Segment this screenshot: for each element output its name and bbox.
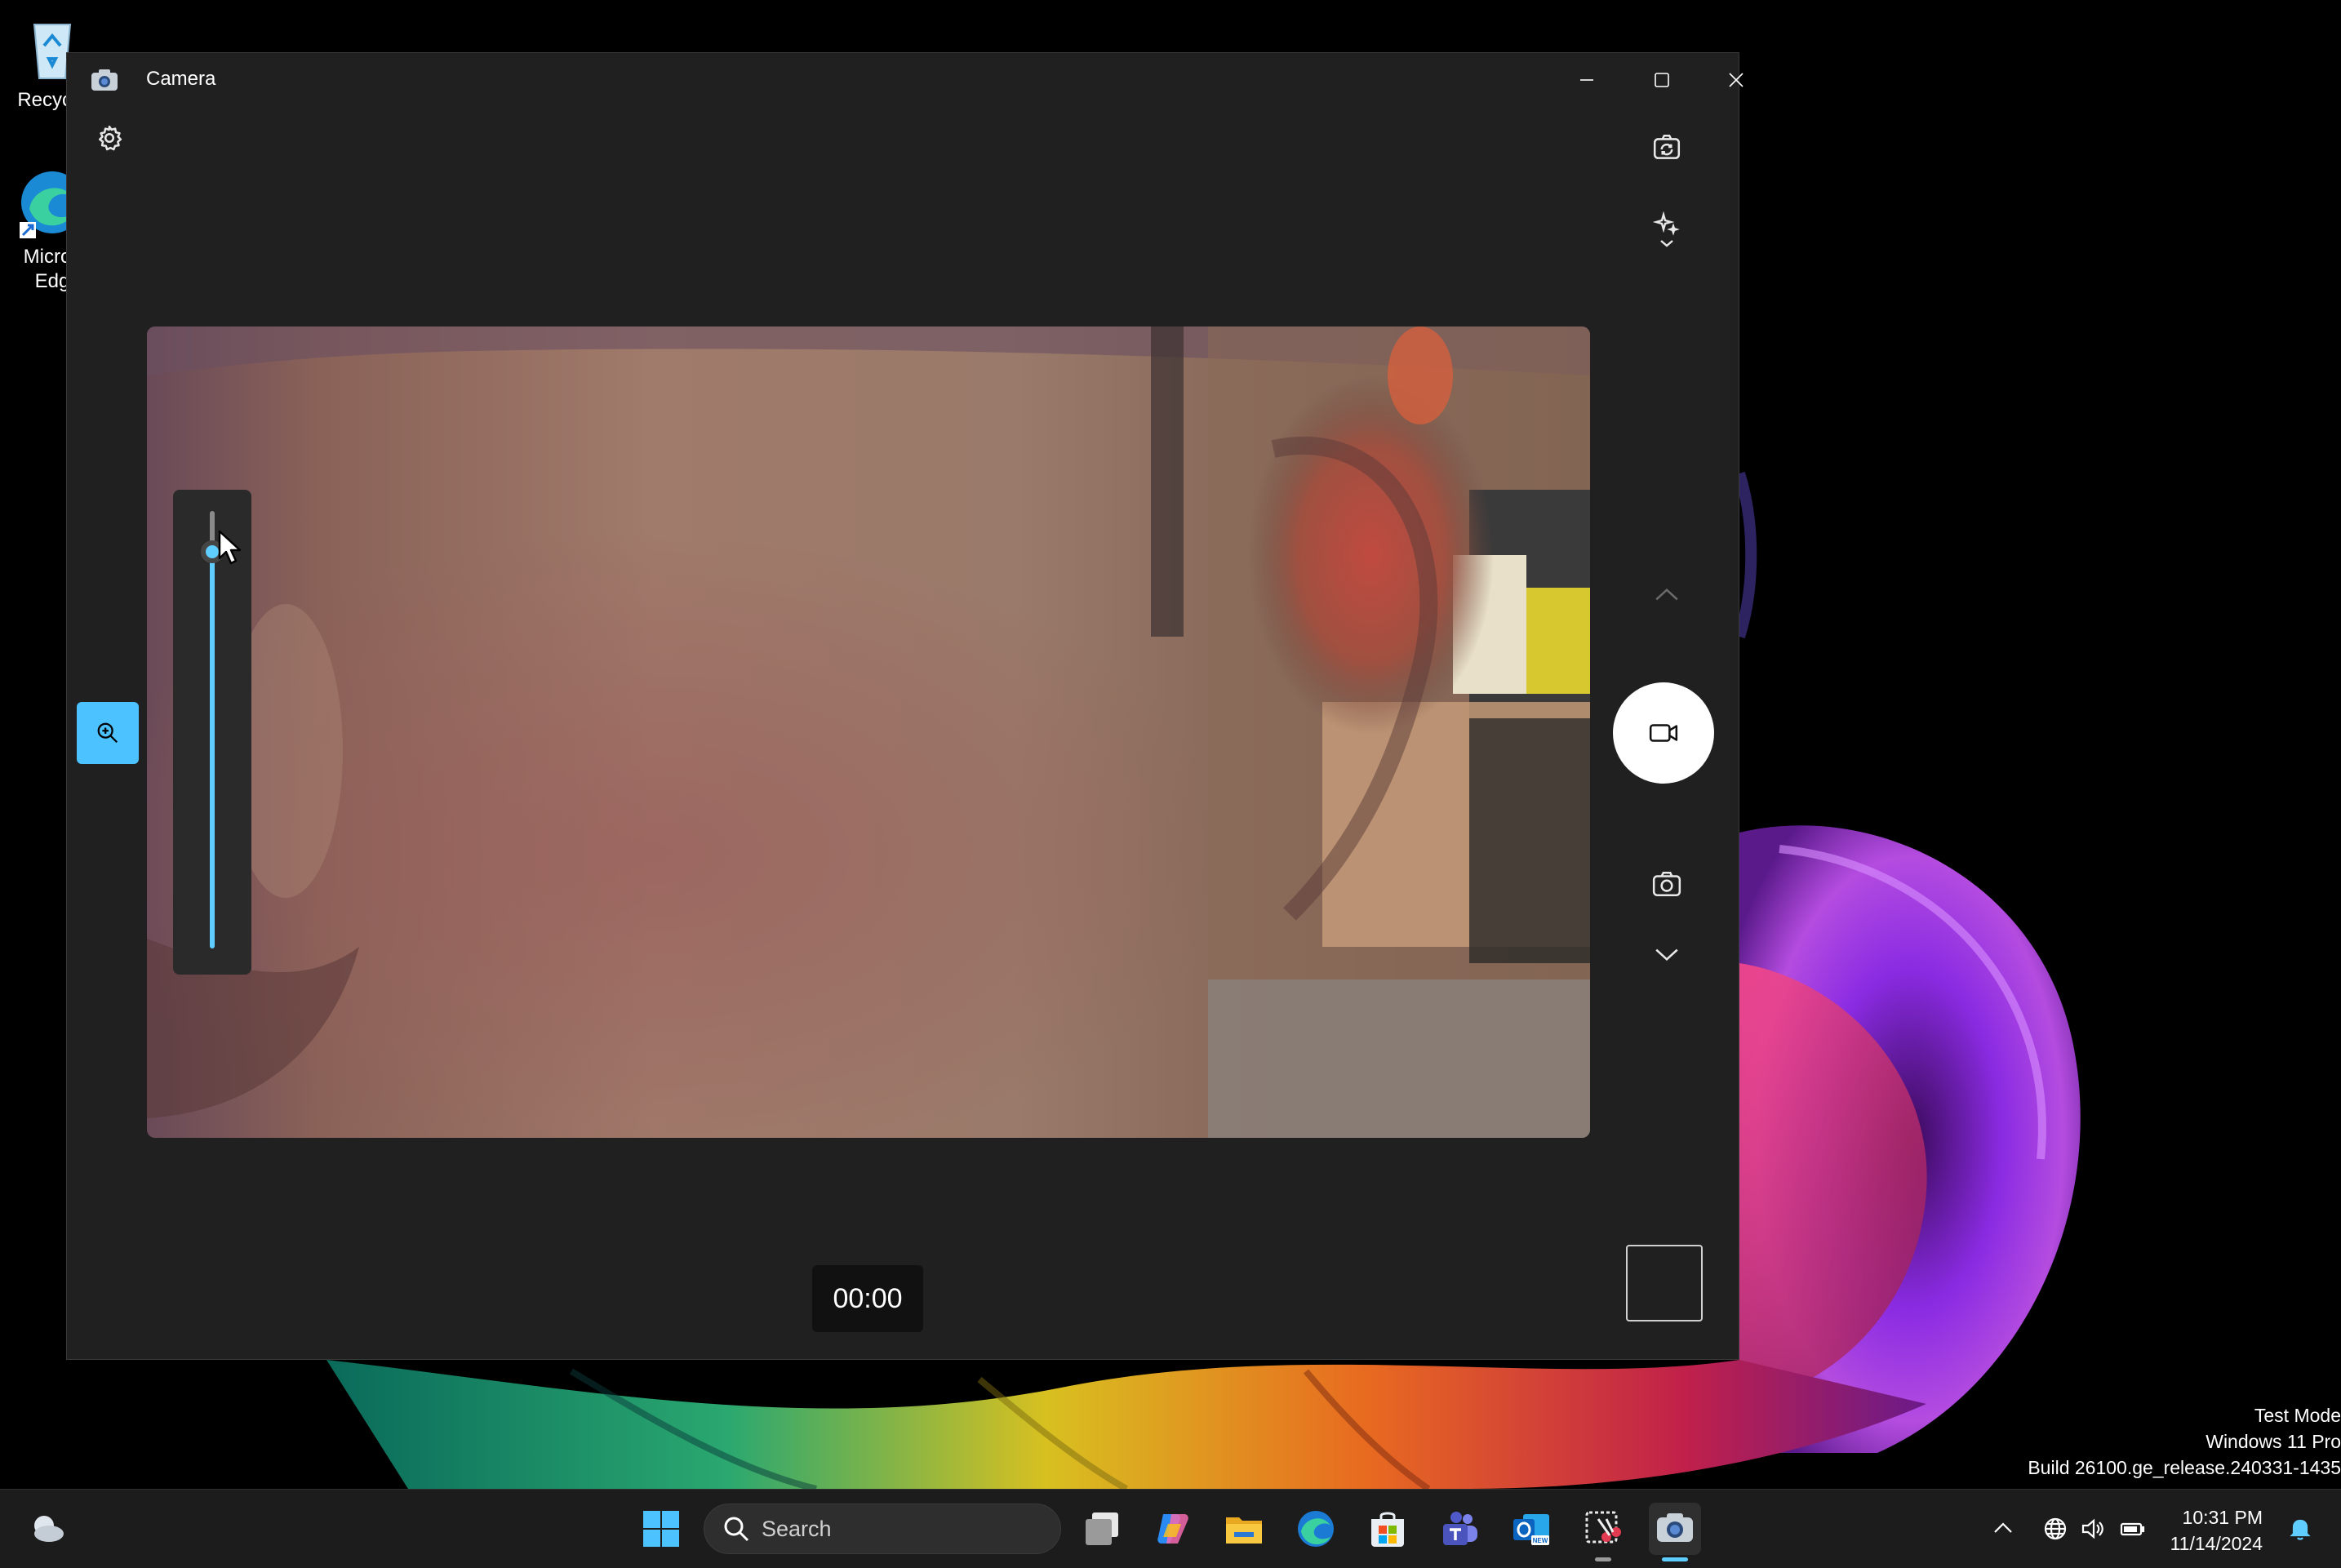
weather-cloud-icon — [34, 1516, 64, 1542]
clock-date: 11/14/2024 — [2170, 1533, 2263, 1554]
camera-icon — [1652, 872, 1681, 896]
video-camera-icon — [1649, 724, 1678, 742]
camera-app-icon — [90, 68, 119, 92]
snipping-tool-button[interactable] — [1577, 1503, 1629, 1561]
speaker-icon — [2081, 1518, 2103, 1539]
outlook-icon: NEW — [1513, 1514, 1549, 1545]
store-icon — [1371, 1512, 1404, 1547]
search-placeholder: Search — [762, 1516, 832, 1541]
mode-down-button[interactable] — [1642, 936, 1691, 974]
effects-button[interactable] — [1642, 198, 1691, 264]
zoom-button[interactable] — [77, 702, 139, 764]
recording-timer: 00:00 — [812, 1265, 923, 1332]
svg-text:NEW: NEW — [1533, 1537, 1548, 1544]
sparkle-icon — [1652, 211, 1680, 247]
taskbar: Search NEW 10:31 PM 11/14/2024 — [0, 1489, 2341, 1568]
mode-up-button[interactable] — [1642, 575, 1691, 613]
store-button[interactable] — [1362, 1503, 1414, 1555]
widgets-button[interactable] — [21, 1503, 73, 1555]
teams-icon — [1443, 1512, 1477, 1545]
windows-logo-icon — [643, 1511, 679, 1547]
camera-taskbar-button[interactable] — [1649, 1503, 1701, 1561]
watermark-line: Test Mode — [2254, 1405, 2341, 1426]
record-video-button[interactable] — [1613, 682, 1714, 784]
copilot-button[interactable] — [1147, 1503, 1199, 1555]
minimize-icon — [1580, 79, 1593, 81]
camera-app-icon — [1657, 1513, 1693, 1542]
battery-icon — [2120, 1522, 2145, 1536]
settings-button[interactable] — [90, 118, 129, 158]
switch-camera-icon — [1653, 134, 1681, 159]
file-explorer-button[interactable] — [1218, 1503, 1270, 1555]
start-button[interactable] — [635, 1503, 687, 1555]
zoom-slider-track-filled[interactable] — [210, 551, 215, 948]
outlook-button[interactable]: NEW — [1505, 1503, 1557, 1555]
folder-icon — [1226, 1517, 1262, 1544]
battery-button[interactable] — [2116, 1512, 2148, 1545]
watermark-line: Build 26100.ge_release.240331-1435 — [2028, 1457, 2341, 1478]
task-view-button[interactable] — [1076, 1503, 1128, 1555]
maximize-icon — [1655, 73, 1669, 87]
camera-feed-image — [147, 326, 1590, 1138]
volume-button[interactable] — [2077, 1512, 2109, 1545]
task-view-icon — [1086, 1512, 1118, 1545]
photo-mode-button[interactable] — [1642, 860, 1691, 908]
camera-viewfinder[interactable] — [147, 326, 1590, 1138]
globe-icon — [2044, 1517, 2067, 1540]
last-capture-thumbnail[interactable] — [1626, 1245, 1703, 1321]
edge-icon — [1298, 1511, 1334, 1547]
snipping-tool-icon — [1585, 1511, 1621, 1544]
teams-button[interactable] — [1433, 1503, 1486, 1555]
title-bar[interactable]: Camera — [67, 53, 1744, 107]
running-indicator — [1595, 1557, 1611, 1561]
search-icon — [724, 1517, 749, 1542]
chevron-up-icon — [1994, 1522, 2012, 1533]
test-mode-watermark: Test Mode Windows 11 Pro Build 26100.ge_… — [2028, 1402, 2341, 1481]
chevron-down-icon — [1655, 948, 1678, 962]
mouse-cursor — [218, 530, 242, 565]
clock-time: 10:31 PM — [2182, 1507, 2263, 1528]
taskbar-search-box[interactable]: Search — [704, 1504, 1061, 1554]
edge-taskbar-button[interactable] — [1290, 1503, 1342, 1555]
gear-icon — [99, 125, 122, 151]
watermark-line: Windows 11 Pro — [2206, 1431, 2341, 1452]
taskbar-clock[interactable]: 10:31 PM 11/14/2024 — [2163, 1504, 2263, 1557]
switch-camera-button[interactable] — [1642, 123, 1691, 172]
copilot-icon — [1157, 1514, 1188, 1544]
zoom-in-icon — [97, 722, 118, 744]
bell-icon — [2290, 1519, 2311, 1540]
active-app-indicator — [1662, 1557, 1688, 1561]
network-button[interactable] — [2039, 1512, 2072, 1545]
maximize-button[interactable] — [1625, 53, 1699, 107]
chevron-up-icon — [1655, 588, 1678, 601]
close-button[interactable] — [1699, 53, 1773, 107]
close-icon — [1729, 73, 1744, 87]
camera-window: Camera 00:00 — [66, 52, 1744, 1360]
minimize-button[interactable] — [1550, 53, 1624, 107]
window-title: Camera — [146, 68, 216, 90]
show-hidden-icons-button[interactable] — [1987, 1512, 2019, 1545]
notifications-button[interactable] — [2284, 1512, 2317, 1545]
